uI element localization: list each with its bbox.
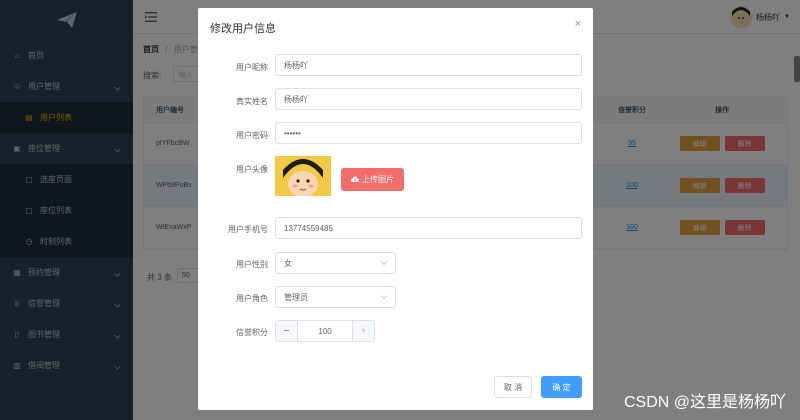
phone-input[interactable]: 13774559485 (275, 217, 582, 239)
avatar-preview (275, 156, 331, 196)
cloud-upload-icon (351, 176, 359, 182)
credit-label: 信誉积分 (236, 328, 268, 337)
password-input[interactable]: •••••• (275, 122, 582, 144)
chevron-down-icon (380, 295, 388, 300)
chevron-down-icon (380, 261, 388, 266)
scrollbar[interactable] (794, 56, 800, 82)
watermark-text: CSDN @这里是杨杨吖 (623, 394, 786, 411)
gender-label: 用户性别 (236, 260, 268, 269)
password-label: 用户密码 (236, 131, 268, 140)
gender-value: 女 (284, 258, 292, 268)
realname-input[interactable]: 杨杨吖 (275, 88, 582, 110)
realname-label: 真实姓名 (236, 97, 268, 106)
dialog-title: 修改用户信息 (210, 23, 276, 35)
cancel-button[interactable]: 取 消 (494, 376, 532, 398)
close-icon[interactable]: × (575, 18, 581, 30)
decrement-button[interactable]: − (276, 321, 298, 341)
role-value: 管理员 (284, 292, 308, 302)
role-label: 用户角色 (236, 294, 268, 303)
avatar-label: 用户头像 (236, 165, 268, 174)
edit-user-dialog: 修改用户信息 × 用户昵称 杨杨吖 真实姓名 杨杨吖 用户密码 •••••• 用… (198, 8, 593, 410)
credit-stepper: − 100 + (275, 320, 375, 342)
phone-label: 用户手机号 (228, 225, 268, 234)
nickname-input[interactable]: 杨杨吖 (275, 54, 582, 76)
confirm-button[interactable]: 确 定 (541, 376, 582, 398)
upload-image-button[interactable]: 上传图片 (341, 168, 404, 191)
gender-select[interactable]: 女 (275, 252, 396, 274)
credit-value[interactable]: 100 (298, 327, 352, 336)
increment-button[interactable]: + (352, 321, 374, 341)
nickname-label: 用户昵称 (236, 63, 268, 72)
role-select[interactable]: 管理员 (275, 286, 396, 308)
upload-label: 上传图片 (362, 175, 394, 184)
